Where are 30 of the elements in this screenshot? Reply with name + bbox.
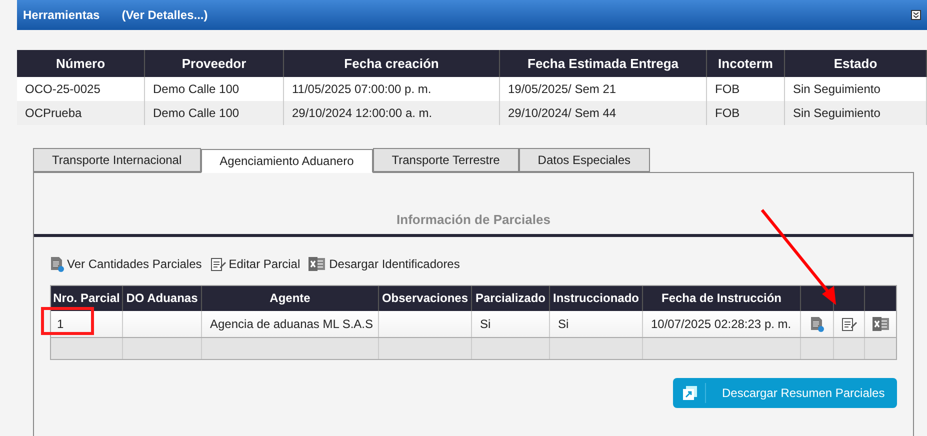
tab[interactable]: Transporte Terrestre <box>372 148 519 172</box>
spreadsheet-icon[interactable] <box>872 316 890 332</box>
table-cell: Agencia de aduanas ML S.A.S <box>202 310 379 336</box>
table-cell: Si <box>550 310 643 336</box>
table-cell: 29/10/2024/ Sem 44 <box>500 101 707 125</box>
table-cell: OCPrueba <box>17 101 145 125</box>
spreadsheet-icon[interactable] <box>308 256 326 272</box>
edit-document-icon[interactable] <box>210 256 226 272</box>
toolbar-link[interactable]: Ver Cantidades Parciales <box>67 254 202 272</box>
document-check-icon[interactable] <box>50 256 64 272</box>
section-title: Información de Parciales <box>396 211 552 229</box>
table-cell: 1 <box>51 310 123 336</box>
table-cell: Demo Calle 100 <box>145 101 284 125</box>
table-cell: 29/10/2024 12:00:00 a. m. <box>284 101 500 125</box>
tab[interactable]: Transporte Internacional <box>33 148 201 172</box>
table-cell: FOB <box>707 101 785 125</box>
table-cell: Si <box>472 310 550 336</box>
table-cell: 10/07/2025 02:28:23 p. m. <box>643 310 801 336</box>
toolbar-link[interactable]: Desargar Identificadores <box>329 254 460 272</box>
header-title: Herramientas <box>23 7 100 24</box>
table-cell: Sin Seguimiento <box>785 101 927 125</box>
tab[interactable]: Agenciamiento Aduanero <box>200 149 373 173</box>
details-link[interactable]: (Ver Detalles...) <box>122 6 208 24</box>
tab[interactable]: Datos Especiales <box>518 148 650 172</box>
highlight-frame <box>41 307 94 335</box>
collapse-icon[interactable] <box>911 10 921 20</box>
document-check-icon[interactable] <box>810 316 824 332</box>
toolbar-link[interactable]: Editar Parcial <box>228 254 300 272</box>
export-icon <box>683 386 697 400</box>
edit-document-icon[interactable] <box>841 316 857 332</box>
